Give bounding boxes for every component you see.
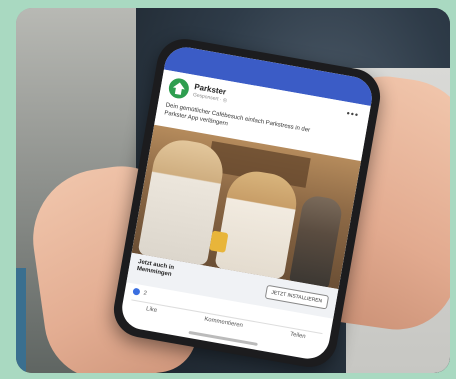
reactions-summary: 2 (132, 287, 148, 297)
install-button[interactable]: JETZT INSTALLIEREN (264, 284, 330, 310)
share-button[interactable]: Teilen (288, 332, 306, 349)
more-options-icon[interactable]: ••• (346, 108, 360, 120)
man-background (288, 193, 344, 290)
like-reaction-icon (132, 287, 141, 296)
like-button[interactable]: Like (144, 306, 158, 322)
reaction-count: 2 (142, 290, 148, 297)
cta-headline: Jetzt auch in Memmingen (136, 259, 175, 278)
photo-scene: Parkster Gesponsert · ◎ ••• Dein gemütli… (16, 8, 450, 373)
edge-strip (16, 268, 26, 373)
coffee-cup (209, 230, 229, 253)
woman-right (214, 166, 301, 280)
parkster-logo-icon[interactable] (167, 76, 191, 101)
phone-screen: Parkster Gesponsert · ◎ ••• Dein gemütli… (118, 43, 376, 363)
